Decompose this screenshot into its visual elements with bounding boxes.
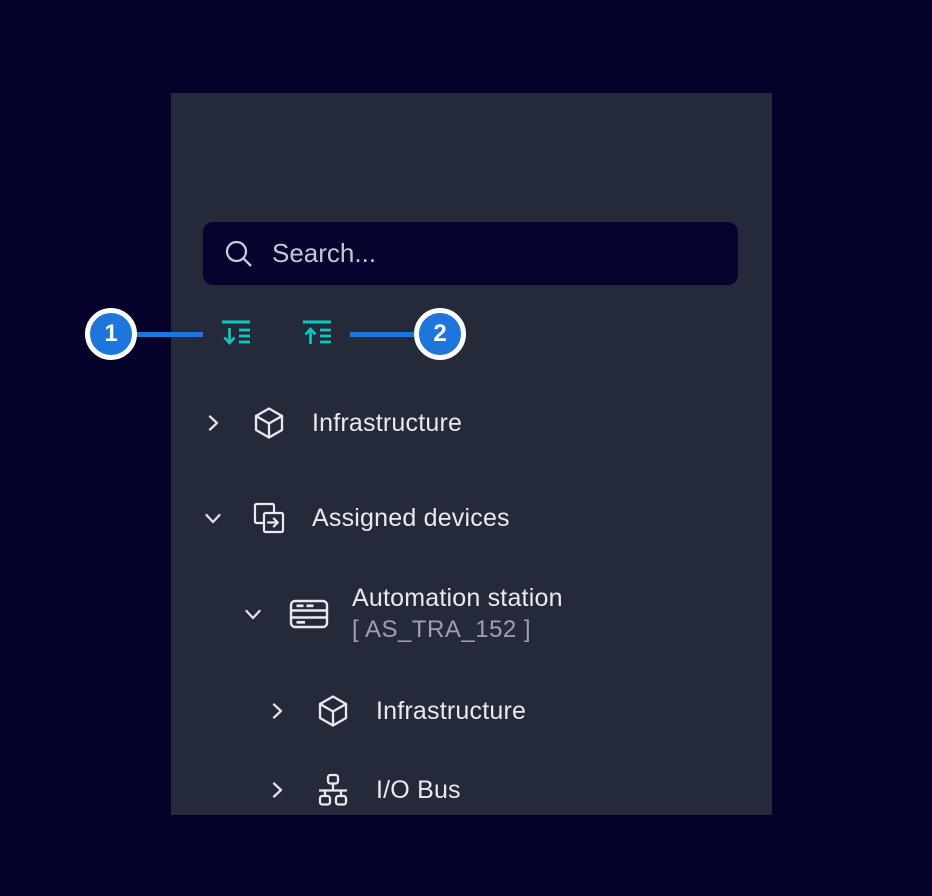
cube-icon <box>313 691 353 731</box>
annotation-line-1 <box>137 332 203 337</box>
tree-item-io-bus[interactable]: I/O Bus <box>171 766 772 814</box>
assigned-devices-icon <box>249 498 289 538</box>
annotation-number: 2 <box>433 320 446 348</box>
tree-item-label: Infrastructure <box>376 696 526 727</box>
search-icon <box>223 238 255 270</box>
tree-item-sublabel: [ AS_TRA_152 ] <box>352 614 563 645</box>
tree-item-label: I/O Bus <box>376 775 461 806</box>
automation-station-icon <box>289 594 329 634</box>
tree-item-label: Infrastructure <box>312 408 462 439</box>
annotation-number: 1 <box>104 320 117 348</box>
tree-collapse-all-button[interactable] <box>295 312 339 356</box>
chevron-down-icon[interactable] <box>243 604 263 624</box>
cube-icon <box>249 403 289 443</box>
annotation-badge-2: 2 <box>414 308 466 360</box>
tree-collapse-all-icon <box>300 318 334 350</box>
tree-expand-all-button[interactable] <box>214 312 258 356</box>
device-tree-panel: Infrastructure Assigned devices <box>171 93 772 815</box>
tree-item-infrastructure-nested[interactable]: Infrastructure <box>171 687 772 735</box>
chevron-right-icon[interactable] <box>267 780 287 800</box>
tree-item-label: Automation station <box>352 583 563 614</box>
io-bus-icon <box>313 770 353 810</box>
chevron-down-icon[interactable] <box>203 508 223 528</box>
tree-item-automation-station[interactable]: Automation station [ AS_TRA_152 ] <box>171 578 772 650</box>
annotation-line-2 <box>350 332 414 337</box>
chevron-right-icon[interactable] <box>267 701 287 721</box>
search-box <box>203 222 738 285</box>
tree-item-infrastructure[interactable]: Infrastructure <box>171 399 772 447</box>
tree-item-label: Assigned devices <box>312 503 510 534</box>
chevron-right-icon[interactable] <box>203 413 223 433</box>
search-input[interactable] <box>270 237 738 270</box>
tree-expand-all-icon <box>219 318 253 350</box>
annotation-badge-1: 1 <box>85 308 137 360</box>
tree-item-assigned-devices[interactable]: Assigned devices <box>171 494 772 542</box>
